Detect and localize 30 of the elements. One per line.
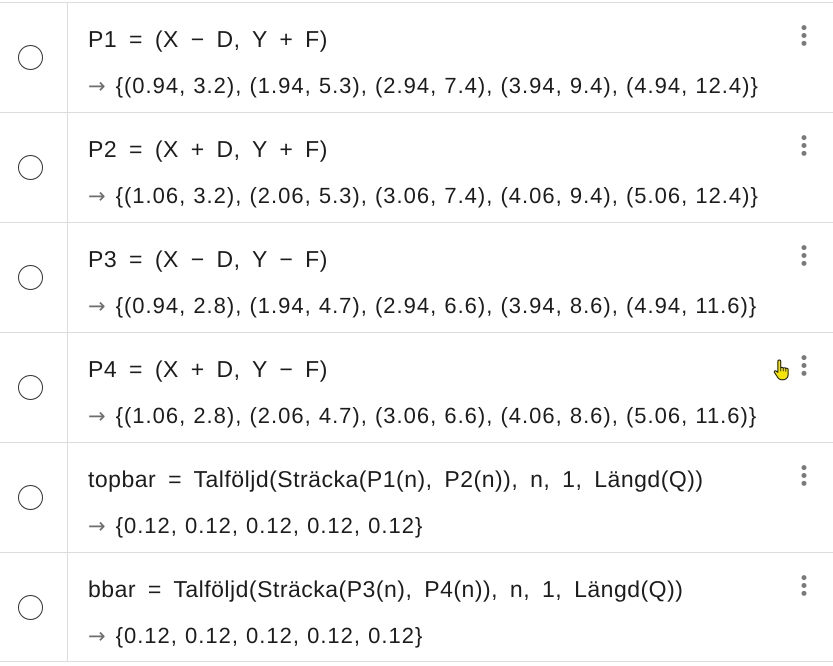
arrow-text: → xyxy=(88,183,106,210)
arrow-text: → xyxy=(88,513,106,540)
definition-text[interactable]: P4 = (X + D, Y − F) xyxy=(88,352,328,386)
more-options-icon[interactable] xyxy=(801,575,807,596)
visibility-toggle[interactable] xyxy=(18,594,43,620)
definition-text[interactable]: topbar = Talföljd(Sträcka(P1(n), P2(n)), n, 1, Längd(Q)) xyxy=(88,462,704,496)
arrow-text: → xyxy=(88,293,106,320)
output-value: {(1.06, 2.8), (2.06, 4.7), (3.06, 6.6), (4.06, 8.6), (5.06, 11.6)} xyxy=(116,402,758,430)
visibility-toggle[interactable] xyxy=(18,265,43,290)
visibility-toggle[interactable] xyxy=(18,485,43,510)
definition-text[interactable]: P3 = (X − D, Y − F) xyxy=(88,242,328,276)
definition-text[interactable]: bbar = Talföljd(Sträcka(P3(n), P4(n)), n, 1, Längd(Q)) xyxy=(88,572,684,606)
visibility-toggle[interactable] xyxy=(18,375,43,400)
more-options-icon[interactable] xyxy=(801,245,807,266)
arrow-text: → xyxy=(88,623,106,650)
definition-text[interactable]: P2 = (X + D, Y + F) xyxy=(88,132,328,166)
output-value: {(1.06, 3.2), (2.06, 5.3), (3.06, 7.4), (4.06, 9.4), (5.06, 12.4)} xyxy=(116,182,759,210)
more-options-icon[interactable] xyxy=(801,135,807,156)
more-options-icon[interactable] xyxy=(801,25,807,46)
output-value: {(0.94, 2.8), (1.94, 4.7), (2.94, 6.6), (3.94, 8.6), (4.94, 11.6)} xyxy=(116,292,758,320)
visibility-toggle[interactable] xyxy=(18,45,43,70)
output-value: {0.12, 0.12, 0.12, 0.12, 0.12} xyxy=(116,622,424,650)
output-value: {0.12, 0.12, 0.12, 0.12, 0.12} xyxy=(116,512,424,540)
more-options-icon[interactable] xyxy=(801,355,807,376)
arrow-text: → xyxy=(88,403,106,430)
arrow-text: → xyxy=(88,73,106,100)
more-options-icon[interactable] xyxy=(801,465,807,486)
output-value: {(0.94, 3.2), (1.94, 5.3), (2.94, 7.4), (3.94, 9.4), (4.94, 12.4)} xyxy=(116,72,759,100)
visibility-toggle[interactable] xyxy=(18,155,43,180)
definition-text[interactable]: P1 = (X − D, Y + F) xyxy=(88,22,328,56)
